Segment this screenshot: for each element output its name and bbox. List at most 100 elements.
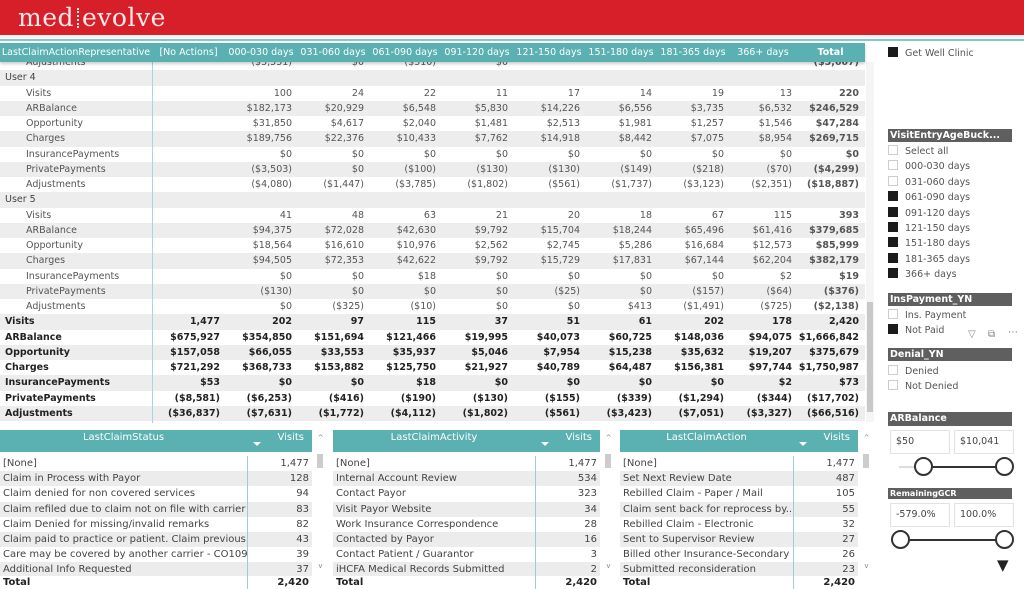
gcr-max-input[interactable]: 100.0% — [954, 503, 1014, 527]
cell — [729, 70, 797, 85]
cell: $2 — [779, 270, 792, 282]
more-options-icon[interactable]: ⋯ — [1008, 327, 1018, 338]
column-header[interactable]: 181-365 days — [657, 43, 729, 62]
slicer-title: VisitEntryAgeBuck... — [888, 129, 1012, 142]
denial-option[interactable]: Not Denied — [888, 379, 958, 394]
table-row[interactable]: Additional Info Requested 37 — [0, 562, 312, 576]
table-row[interactable]: Submitted reconsideration 23 — [620, 562, 858, 576]
table-header: LastClaimAction Visits — [620, 430, 858, 452]
gcr-max-handle[interactable] — [995, 530, 1014, 549]
cell: $0 — [639, 148, 652, 160]
age-bucket-option[interactable]: 366+ days — [888, 267, 957, 282]
table-row[interactable]: Rebilled Claim - Electronic 32 — [620, 516, 858, 532]
column-header[interactable]: LastClaimActionRepresentative — [0, 43, 152, 62]
row-label: Claim sent back for reprocess by... — [623, 503, 793, 515]
table-scrollbar[interactable]: ^ v — [862, 434, 871, 574]
age-bucket-option[interactable]: 000-030 days — [888, 159, 970, 174]
age-bucket-option[interactable]: 061-090 days — [888, 190, 970, 205]
gcr-min-handle[interactable] — [891, 530, 910, 549]
table-row[interactable]: Contact Patient / Guarantor 3 — [333, 547, 600, 563]
matrix-scrollbar[interactable] — [866, 62, 874, 422]
arbalance-min-handle[interactable] — [914, 457, 933, 476]
column-header[interactable]: 061-090 days — [369, 43, 441, 62]
table-row: Opportunity $18,564 $16,610 $10,976 $2,562 $2… — [0, 238, 865, 253]
checkbox-icon — [888, 268, 898, 279]
age-bucket-option[interactable]: Select all — [888, 144, 948, 159]
column-header[interactable]: LastClaimStatus — [0, 430, 247, 452]
row-label: Opportunity — [5, 346, 70, 358]
row-label: PrivatePayments — [26, 285, 106, 297]
column-header[interactable]: 091-120 days — [441, 43, 513, 62]
table-row[interactable]: Claim sent back for reprocess by... 55 — [620, 501, 858, 517]
table-row[interactable]: Claim paid to practice or patient. Claim… — [0, 531, 312, 548]
column-header[interactable]: Total — [797, 43, 864, 62]
table-row[interactable]: Visit Payor Website 34 — [333, 501, 600, 517]
cell: $53 — [200, 377, 220, 389]
funnel-filter-icon[interactable]: ▼ — [997, 556, 1009, 574]
column-header[interactable]: [No Actions] — [152, 43, 225, 62]
table-row[interactable]: Rebilled Claim - Paper / Mail 105 — [620, 486, 858, 502]
ins-payment-option[interactable]: Ins. Payment — [888, 308, 966, 323]
group-row: User 4 — [0, 70, 865, 86]
visits-sort-header[interactable]: Visits — [247, 430, 312, 452]
table-row[interactable]: [None] 1,477 — [333, 456, 600, 472]
arbalance-min-input[interactable]: $50 — [890, 430, 950, 454]
age-bucket-option[interactable]: 031-060 days — [888, 175, 970, 190]
filter-clinic-option[interactable]: Get Well Clinic — [888, 46, 974, 61]
cell: $0 — [639, 285, 652, 297]
table-row[interactable]: Work Insurance Correspondence 28 — [333, 516, 600, 532]
table-scrollbar[interactable]: ^ v — [604, 434, 613, 574]
table-row[interactable]: iHCFA Medical Records Submitted 2 — [333, 562, 600, 576]
table-row[interactable]: [None] 1,477 — [620, 456, 858, 472]
row-label: Claim paid to practice or patient. Claim… — [3, 533, 247, 545]
arbalance-max-input[interactable]: $10,041 — [954, 430, 1014, 454]
table-row[interactable]: Contacted by Payor 16 — [333, 531, 600, 548]
column-header[interactable]: LastClaimAction — [620, 430, 793, 452]
cell: 220 — [839, 87, 859, 99]
age-bucket-option[interactable]: 091-120 days — [888, 206, 970, 221]
table-row[interactable]: Care may be covered by another carrier -… — [0, 547, 312, 563]
denial-option[interactable]: Denied — [888, 364, 939, 379]
cell: $15,704 — [540, 224, 580, 236]
cell: 51 — [566, 316, 580, 328]
table-row[interactable]: Internal Account Review 534 — [333, 471, 600, 487]
age-bucket-option[interactable]: 121-150 days — [888, 221, 970, 236]
cell: ($10) — [410, 301, 436, 312]
table-row[interactable]: Sent to Supervisor Review 27 — [620, 531, 858, 548]
visits-value: 534 — [535, 471, 600, 487]
table-row[interactable]: Claim denied for non covered services 94 — [0, 486, 312, 502]
table-row[interactable]: Set Next Review Date 487 — [620, 471, 858, 487]
ins-payment-option[interactable]: Not Paid — [888, 323, 944, 338]
cell: 37 — [494, 316, 508, 328]
cell: ($376) — [823, 285, 859, 297]
column-header[interactable]: 151-180 days — [585, 43, 657, 62]
focus-mode-icon[interactable]: ⧉ — [988, 329, 995, 340]
table-row[interactable]: Contact Payor 323 — [333, 486, 600, 502]
option-label: 000-030 days — [905, 161, 971, 173]
arbalance-max-handle[interactable] — [995, 457, 1014, 476]
column-header[interactable]: 031-060 days — [297, 43, 369, 62]
filter-icon[interactable]: ▽ — [968, 329, 976, 340]
visits-sort-header[interactable]: Visits — [793, 430, 858, 452]
table-row: Adjustments ($36,837) ($7,631) ($1,772) ($4,… — [0, 405, 865, 421]
column-header[interactable]: 121-150 days — [513, 43, 585, 62]
visits-value: 16 — [535, 531, 600, 548]
table-row[interactable]: Billed other Insurance-Secondary 26 — [620, 547, 858, 563]
visits-value: 105 — [793, 486, 858, 502]
table-scrollbar[interactable]: ^ v — [316, 434, 325, 574]
gcr-min-input[interactable]: -579.0% — [890, 503, 950, 527]
age-bucket-option[interactable]: 181-365 days — [888, 252, 970, 267]
column-header[interactable]: LastClaimActivity — [333, 430, 535, 452]
table-row[interactable]: Claim Denied for missing/invalid remarks… — [0, 516, 312, 532]
checkbox-icon — [888, 160, 898, 171]
cell: $5,046 — [471, 346, 508, 358]
column-header[interactable]: 366+ days — [729, 43, 797, 62]
cell: $60,725 — [608, 331, 652, 343]
table-row[interactable]: [None] 1,477 — [0, 456, 312, 472]
age-bucket-option[interactable]: 151-180 days — [888, 236, 970, 251]
column-header[interactable]: 000-030 days — [225, 43, 297, 62]
table-row[interactable]: Claim refiled due to claim not on file w… — [0, 501, 312, 517]
row-label: Visits — [26, 87, 52, 99]
visits-sort-header[interactable]: Visits — [535, 430, 600, 452]
table-row[interactable]: Claim in Process with Payor 128 — [0, 471, 312, 487]
